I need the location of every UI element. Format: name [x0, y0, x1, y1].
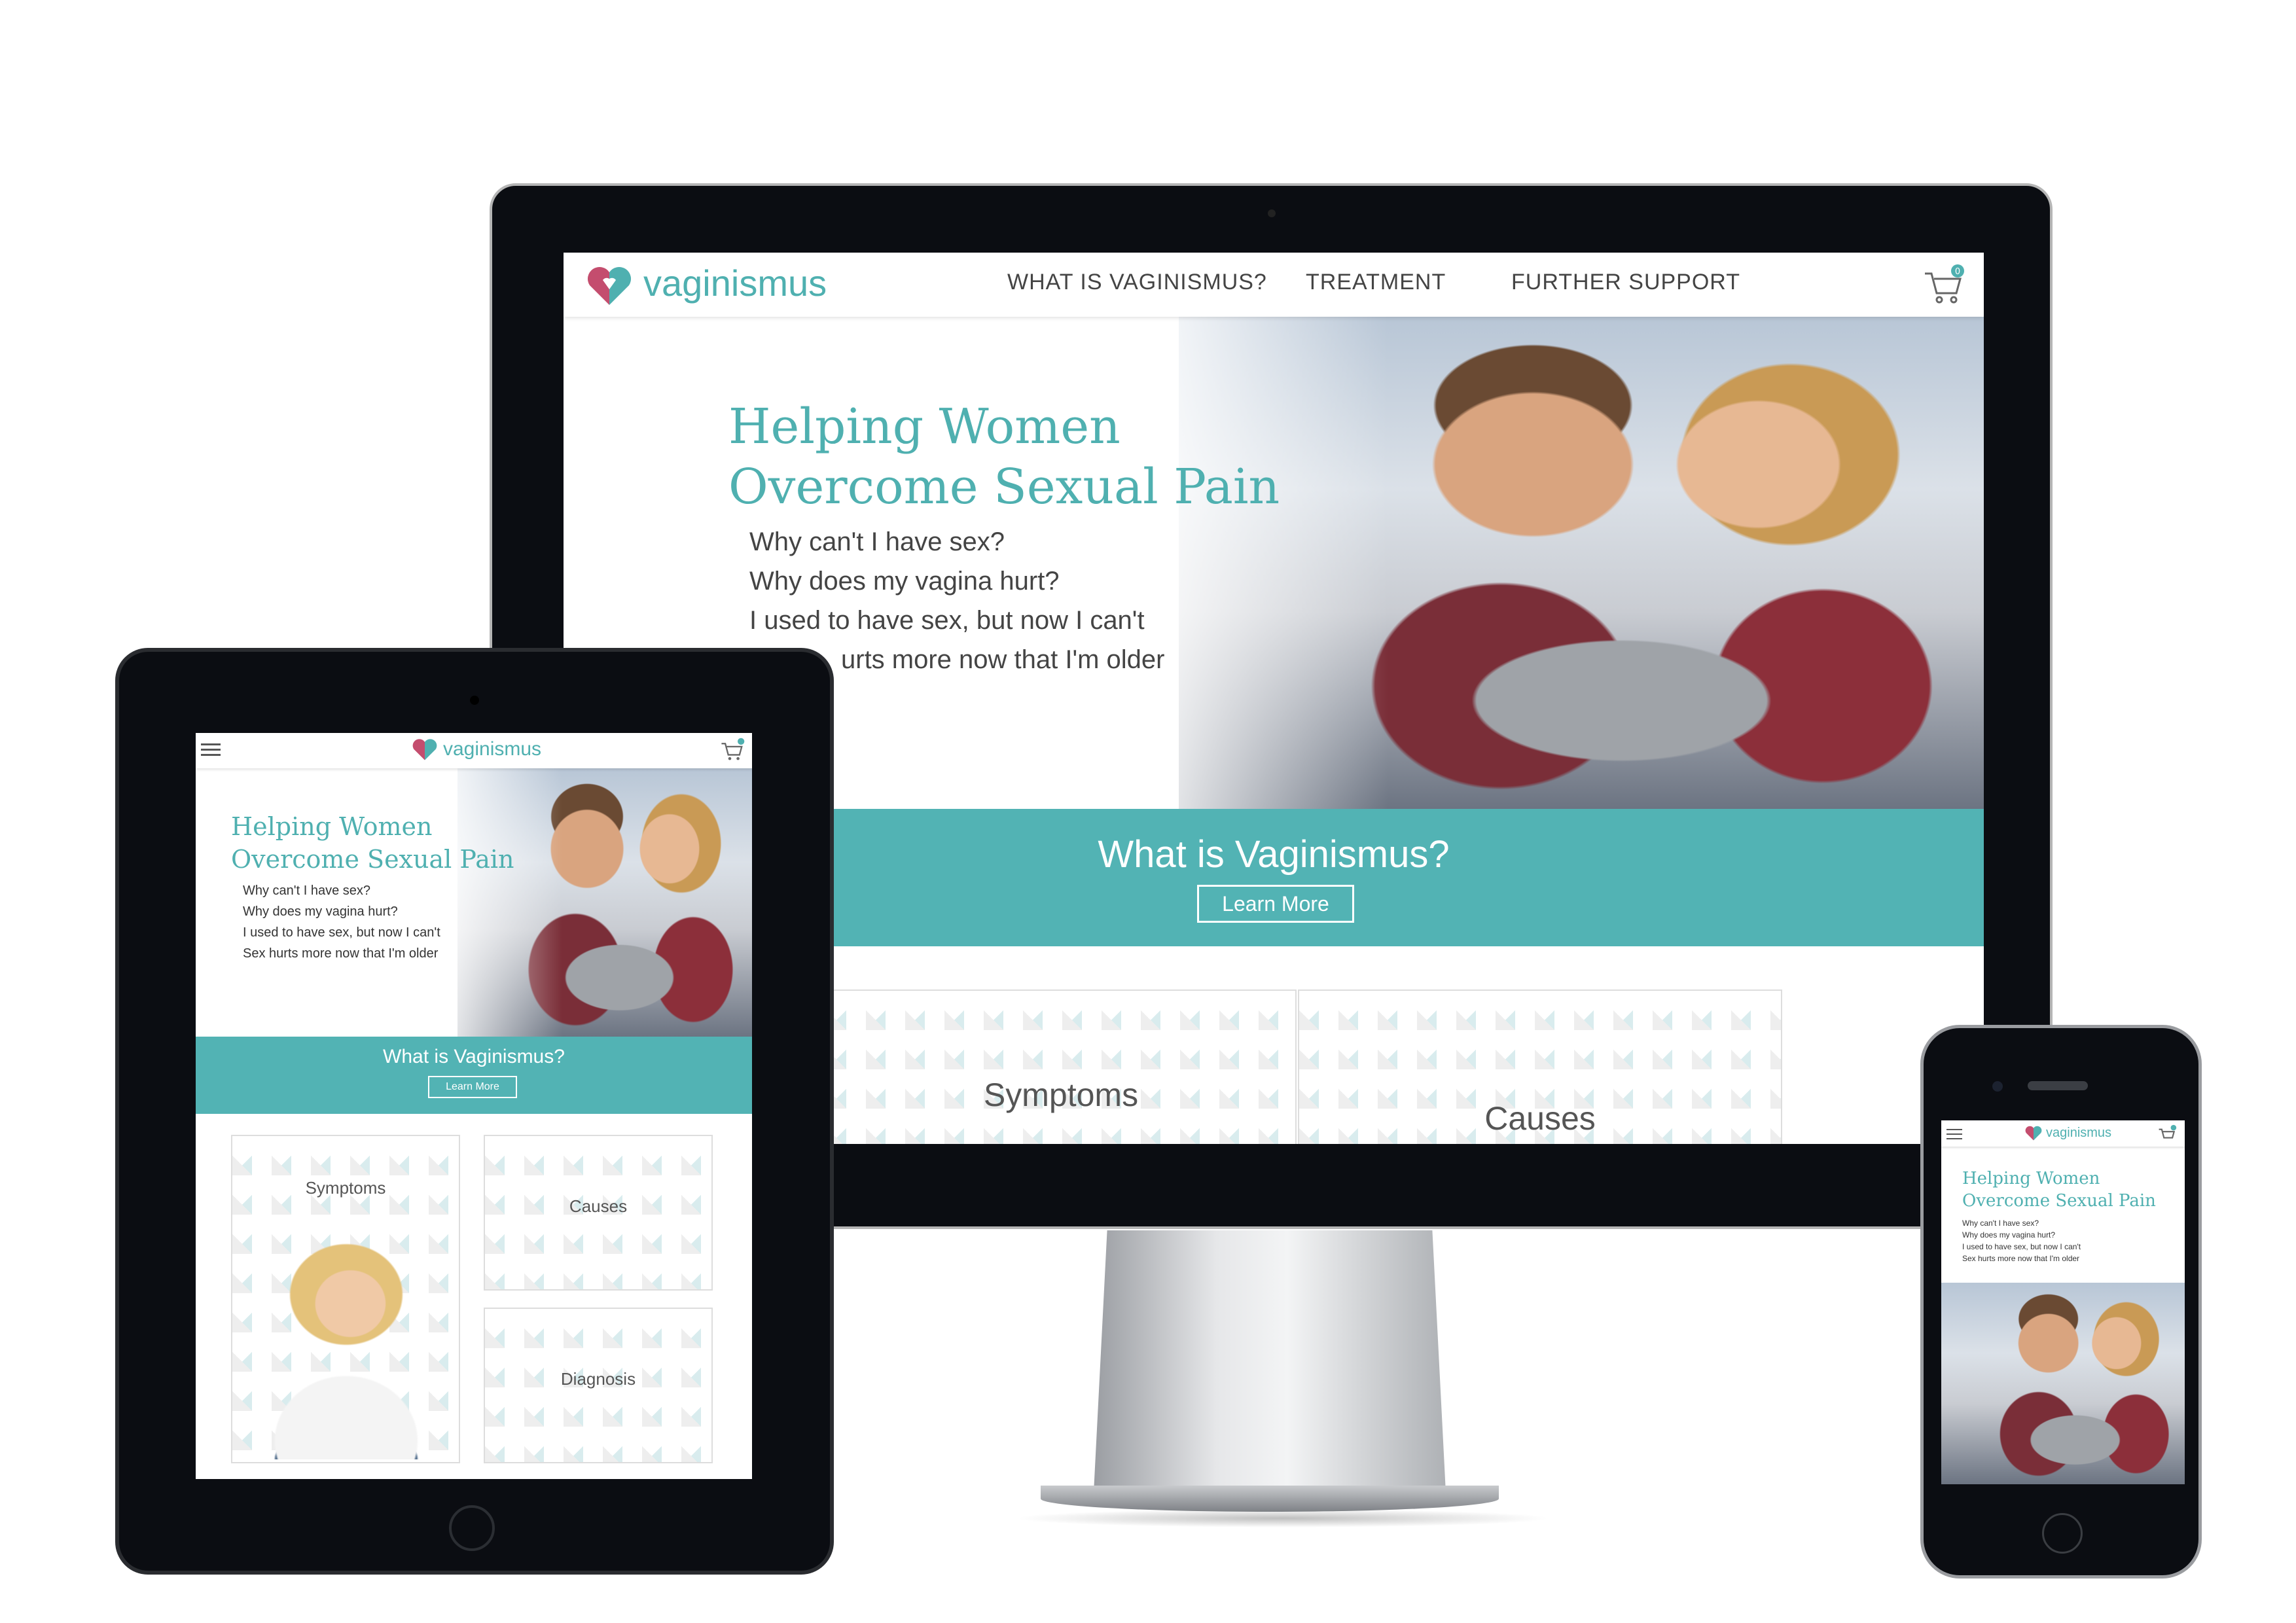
hero-question-1: Why can't I have sex? — [1962, 1219, 2039, 1228]
desktop-nav-bar: vaginismus WHAT IS VAGINISMUS? TREATMENT… — [564, 253, 1984, 317]
hamburger-icon[interactable] — [1945, 1127, 1965, 1141]
hero-question-4: Sex hurts more now that I'm older — [243, 946, 439, 961]
hero-question-1: Why can't I have sex? — [749, 527, 1005, 556]
hero-couple-image — [1941, 1283, 2185, 1484]
heart-logo-icon[interactable] — [586, 266, 633, 308]
card-symptoms-label: Symptoms — [983, 1077, 1139, 1113]
phone-site: vaginismus Helping Women Overcome Sexual… — [1941, 1120, 2185, 1484]
heart-logo-icon[interactable] — [2024, 1126, 2043, 1141]
tablet-home-button — [449, 1505, 495, 1551]
hero-image-fade — [431, 768, 562, 1037]
hero-question-2: Why does my vagina hurt? — [243, 904, 398, 919]
hero-question-3: I used to have sex, but now I can't — [749, 606, 1145, 635]
monitor-stand-neck — [1093, 1230, 1446, 1505]
card-diagnosis-label: Diagnosis — [560, 1369, 636, 1389]
learn-more-button[interactable]: Learn More — [1197, 885, 1354, 923]
hero-question-3: I used to have sex, but now I can't — [243, 925, 440, 940]
nav-link-treatment[interactable]: TREATMENT — [1306, 270, 1446, 295]
cart-count: 0 — [1955, 267, 1960, 277]
cart-icon[interactable] — [2157, 1124, 2177, 1144]
hero-title-line2: Overcome Sexual Pain — [231, 845, 514, 874]
hero-question-4: urts more now that I'm older — [841, 645, 1165, 674]
nav-link-further-support[interactable]: FURTHER SUPPORT — [1511, 270, 1740, 295]
logo-text[interactable]: vaginismus — [643, 262, 827, 304]
tablet-nav-bar: vaginismus — [196, 733, 752, 768]
monitor-camera — [1268, 209, 1276, 217]
hero-title-line2: Overcome Sexual Pain — [728, 459, 1280, 515]
hero-question-2: Why does my vagina hurt? — [1962, 1230, 2056, 1240]
cart-icon[interactable] — [719, 737, 745, 763]
heart-logo-icon[interactable] — [412, 738, 438, 762]
hero-question-4: Sex hurts more now that I'm older — [1962, 1254, 2080, 1263]
cart-icon[interactable]: 0 — [1921, 262, 1967, 308]
card-causes-label: Causes — [1484, 1100, 1596, 1137]
card-causes[interactable]: Causes — [1298, 990, 1782, 1144]
tablet-site: vaginismus Helping Women Overcome Sexual… — [196, 733, 752, 1479]
hero-question-2: Why does my vagina hurt? — [749, 567, 1060, 596]
phone-camera — [1992, 1081, 2003, 1092]
hero-title: Helping Women Overcome Sexual Pain — [231, 810, 558, 876]
hamburger-icon[interactable] — [198, 740, 224, 760]
nav-link-what-is[interactable]: WHAT IS VAGINISMUS? — [1007, 270, 1267, 295]
card-symptoms[interactable]: Symptoms — [825, 990, 1297, 1144]
card-symptoms-label: Symptoms — [305, 1178, 386, 1198]
card-diagnosis[interactable]: Diagnosis — [484, 1308, 713, 1463]
card-causes-label: Causes — [569, 1196, 628, 1216]
monitor-stand-base — [1041, 1486, 1499, 1512]
hero-title-line1: Helping Women — [728, 399, 1121, 455]
logo-text[interactable]: vaginismus — [2046, 1126, 2111, 1141]
phone-home-button — [2042, 1513, 2083, 1554]
card-causes[interactable]: Causes — [484, 1135, 713, 1291]
hero-question-1: Why can't I have sex? — [243, 883, 371, 898]
hero-image-fade — [1126, 317, 1388, 809]
hero-question-3: I used to have sex, but now I can't — [1962, 1242, 2081, 1251]
phone-nav-bar: vaginismus — [1941, 1120, 2185, 1147]
logo-text[interactable]: vaginismus — [443, 738, 541, 760]
band-title: What is Vaginismus? — [383, 1046, 565, 1067]
phone-speaker — [2028, 1081, 2088, 1090]
learn-more-button[interactable]: Learn More — [428, 1076, 517, 1098]
tablet-camera — [470, 696, 479, 705]
woman-image — [242, 1230, 451, 1459]
hero-title: Helping Women Overcome Sexual Pain — [1962, 1169, 2156, 1211]
hero-title: Helping Women Overcome Sexual Pain — [728, 397, 1318, 517]
hero-title-line1: Helping Women — [231, 812, 433, 841]
